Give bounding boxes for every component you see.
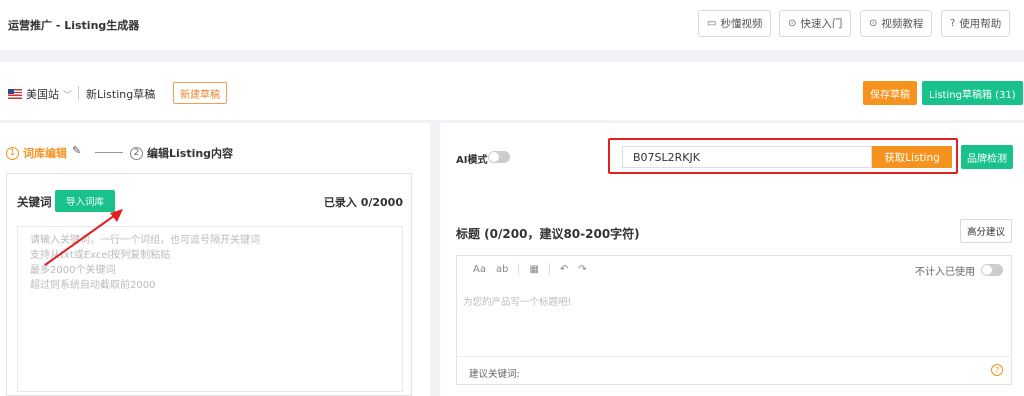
draft-name: 新Listing草稿 — [86, 88, 156, 101]
divider — [548, 263, 550, 275]
fetch-listing-button[interactable]: 获取Listing — [872, 146, 952, 168]
quick-start-button[interactable]: ⊙ 快速入门 — [779, 10, 852, 37]
keyword-panel: 1 词库编辑 ✎ 2 编辑Listing内容 关键词 导入词库 已录入 0/20… — [0, 123, 430, 396]
divider — [78, 86, 79, 100]
keyword-count: 已录入 0/2000 — [323, 196, 403, 209]
title-editor[interactable]: Aa ab ▦ ↶ ↷ 不计入已使用 为您的产品写一个标题吧! 建议关键词: ? — [456, 255, 1012, 385]
exclude-used-toggle[interactable] — [981, 264, 1003, 276]
help-icon[interactable]: ? — [991, 364, 1003, 376]
help-circle-icon: ? — [950, 18, 956, 29]
asin-input[interactable]: B07SL2RKJK — [622, 146, 872, 168]
asin-highlight-box: B07SL2RKJK 获取Listing — [608, 138, 958, 174]
ai-mode-toggle[interactable] — [488, 151, 510, 163]
undo-icon[interactable]: ↶ — [560, 264, 568, 275]
page-title: 运营推广 - Listing生成器 — [8, 19, 140, 32]
clear-format-icon[interactable]: ▦ — [529, 264, 538, 275]
video-icon: ▭ — [707, 18, 717, 29]
draft-box-button[interactable]: Listing草稿箱 (31) — [922, 81, 1023, 105]
site-selector[interactable]: 美国站 ﹀ — [8, 86, 72, 102]
divider — [457, 356, 1011, 357]
title-label: 标题 (0/200，建议80-200字符) — [456, 227, 640, 241]
listing-panel: AI模式 B07SL2RKJK 获取Listing 品牌检测 标题 (0/200… — [440, 123, 1024, 396]
title-placeholder: 为您的产品写一个标题吧! — [463, 297, 572, 308]
lowercase-icon[interactable]: ab — [496, 264, 508, 275]
new-draft-button[interactable]: 新建草稿 — [173, 82, 227, 104]
font-size-icon[interactable]: Aa — [473, 264, 486, 275]
keyword-box: 关键词 导入词库 已录入 0/2000 请输入关键词，一行一个词组，也可逗号隔开… — [6, 173, 412, 396]
keyword-title: 关键词 — [17, 195, 52, 209]
high-score-advice-button[interactable]: 高分建议 — [960, 219, 1013, 243]
quick-video-button[interactable]: ▭ 秒懂视频 — [698, 10, 772, 37]
step-1[interactable]: 1 词库编辑 — [6, 145, 67, 161]
keyword-placeholder: 请输入关键词，一行一个词组，也可逗号隔开关键词 支持从txt或Excel按列复制… — [30, 235, 260, 291]
keyword-input[interactable]: 请输入关键词，一行一个词组，也可逗号隔开关键词 支持从txt或Excel按列复制… — [17, 226, 403, 392]
import-library-button[interactable]: 导入词库 — [55, 190, 116, 212]
play-circle-icon: ⊙ — [869, 18, 878, 29]
exclude-used-label: 不计入已使用 — [915, 267, 975, 278]
save-draft-button[interactable]: 保存草稿 — [863, 81, 917, 105]
redo-icon[interactable]: ↷ — [578, 264, 586, 275]
edit-icon[interactable]: ✎ — [72, 144, 81, 157]
divider — [518, 263, 520, 275]
draft-bar: 美国站 ﹀ 新Listing草稿 新建草稿 保存草稿 Listing草稿箱 (3… — [0, 62, 1024, 120]
video-tutorial-button[interactable]: ⊙ 视频教程 — [860, 10, 933, 37]
step-connector — [95, 152, 123, 153]
ai-mode-label: AI模式 — [456, 155, 488, 166]
top-bar: 运营推广 - Listing生成器 ▭ 秒懂视频 ⊙ 快速入门 ⊙ 视频教程 ? 使用帮… — [0, 0, 1024, 50]
step-2[interactable]: 2 编辑Listing内容 — [130, 145, 233, 161]
play-circle-icon: ⊙ — [788, 18, 797, 29]
help-button[interactable]: ? 使用帮助 — [941, 10, 1011, 37]
suggested-keywords-label: 建议关键词: — [469, 369, 520, 380]
brand-check-button[interactable]: 品牌检测 — [961, 145, 1013, 169]
us-flag-icon — [8, 89, 22, 99]
chevron-down-icon: ﹀ — [63, 90, 73, 101]
